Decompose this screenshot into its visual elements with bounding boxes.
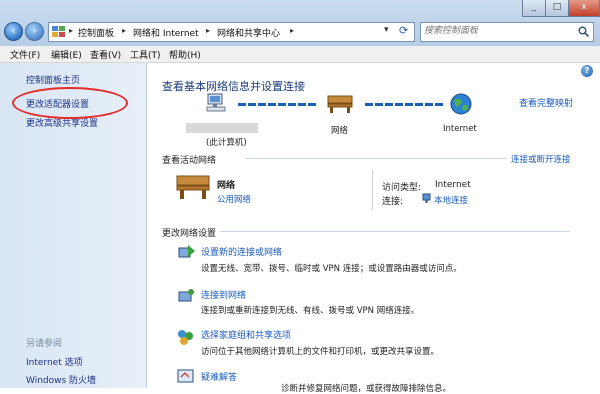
computer-name-redacted: [186, 123, 258, 133]
breadcrumb-separator: ▸: [206, 26, 211, 35]
menu-help[interactable]: 帮助(H): [169, 48, 201, 61]
forward-button[interactable]: ›: [25, 22, 44, 41]
close-button[interactable]: x: [568, 0, 600, 17]
task-troubleshoot-desc: 诊断并修复网络问题，或获得故障排除信息。: [281, 384, 452, 394]
network-bench-icon: [327, 95, 353, 113]
active-networks-heading: 查看活动网络: [162, 156, 217, 166]
annotation-circle: [12, 87, 128, 119]
connection-line-2: [365, 103, 445, 106]
search-box[interactable]: [420, 22, 594, 42]
see-also-heading: 另请参阅: [26, 339, 63, 349]
menu-tools[interactable]: 工具(T): [130, 48, 161, 61]
sidebar-item-control-panel-home[interactable]: 控制面板主页: [26, 73, 80, 86]
network-type-link[interactable]: 公用网络: [217, 193, 251, 205]
page-title: 查看基本网络信息并设置连接: [162, 80, 305, 93]
menu-bar: 文件(F) 编辑(E) 查看(V) 工具(T) 帮助(H): [0, 46, 600, 63]
breadcrumb-separator: ▸: [122, 26, 127, 35]
task-connect-to-network-link[interactable]: 连接到网络: [201, 288, 246, 301]
address-dropdown-icon[interactable]: ▾: [384, 25, 389, 35]
breadcrumb-separator: ▸: [69, 26, 74, 35]
change-settings-heading: 更改网络设置: [162, 229, 217, 239]
refresh-icon[interactable]: ⟳: [399, 24, 408, 37]
troubleshoot-icon: [177, 369, 194, 383]
back-arrow-icon: ‹: [11, 26, 16, 37]
address-bar[interactable]: ▸ 控制面板 ▸ 网络和 Internet ▸ 网络和共享中心 ▸ ▾ ⟳: [48, 22, 415, 42]
breadcrumb-network-sharing-center[interactable]: 网络和共享中心: [217, 26, 280, 39]
task-setup-new-connection-link[interactable]: 设置新的连接或网络: [201, 245, 282, 258]
sidebar-item-windows-firewall[interactable]: Windows 防火墙: [26, 373, 96, 386]
internet-globe-icon: [450, 93, 472, 115]
task-troubleshoot-link[interactable]: 疑难解答: [201, 370, 237, 383]
connections-label: 连接:: [382, 197, 404, 207]
task-connect-to-network-desc: 连接到或重新连接到无线、有线、拨号或 VPN 网络连接。: [201, 306, 420, 316]
sidebar-item-internet-options[interactable]: Internet 选项: [26, 355, 83, 368]
computer-icon: [206, 93, 226, 112]
divider: [245, 158, 507, 159]
menu-edit[interactable]: 编辑(E): [51, 48, 82, 61]
vertical-divider: [372, 170, 373, 210]
divider: [220, 231, 570, 232]
help-icon[interactable]: ?: [581, 65, 593, 77]
task-homegroup-link[interactable]: 选择家庭组和共享选项: [201, 328, 291, 341]
search-input[interactable]: [424, 24, 574, 38]
breadcrumb-network-internet[interactable]: 网络和 Internet: [133, 26, 199, 39]
local-connection-link[interactable]: 本地连接: [434, 194, 468, 206]
task-setup-new-connection-desc: 设置无线、宽带、拨号、临时或 VPN 连接；或设置路由器或访问点。: [201, 264, 462, 274]
network-name: 网络: [217, 181, 236, 191]
ethernet-icon: [422, 193, 431, 203]
minimize-button[interactable]: _: [522, 0, 546, 17]
breadcrumb-control-panel[interactable]: 控制面板: [78, 26, 114, 39]
breadcrumb-separator: ▸: [290, 26, 295, 35]
connect-to-network-icon: [178, 289, 194, 302]
network-label: 网络: [331, 126, 349, 136]
control-panel-icon: [52, 26, 65, 37]
menu-view[interactable]: 查看(V): [90, 48, 121, 61]
back-button[interactable]: ‹: [4, 22, 23, 41]
access-type-value: Internet: [435, 180, 471, 190]
this-computer-label: (此计算机): [206, 138, 247, 148]
connect-disconnect-link[interactable]: 连接或断开连接: [511, 153, 571, 165]
view-full-map-link[interactable]: 查看完整映射: [519, 96, 573, 109]
task-homegroup-desc: 访问位于其他网络计算机上的文件和打印机，或更改共享设置。: [201, 347, 440, 357]
search-icon[interactable]: [578, 26, 589, 37]
new-connection-icon: [178, 245, 195, 258]
network-bench-icon: [176, 175, 210, 199]
connection-line-1: [238, 103, 318, 106]
menu-file[interactable]: 文件(F): [10, 48, 40, 61]
internet-label: Internet: [443, 124, 477, 134]
forward-arrow-icon: ›: [32, 26, 37, 37]
homegroup-icon: [178, 330, 193, 345]
maximize-button[interactable]: □: [545, 0, 569, 17]
access-type-label: 访问类型:: [382, 183, 422, 193]
